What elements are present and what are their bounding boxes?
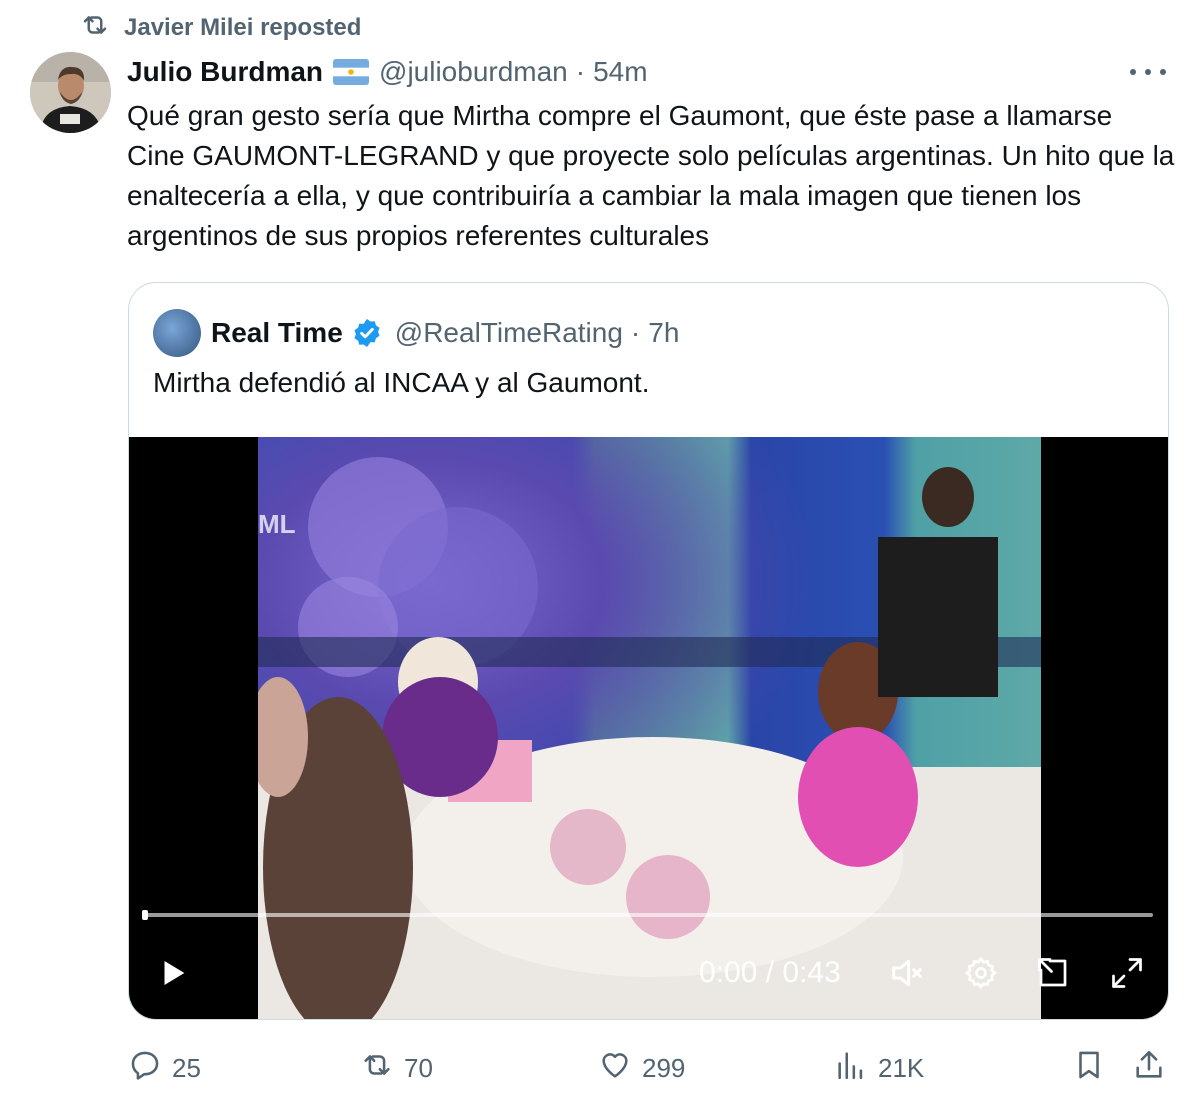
video-time: 0:00 / 0:43 [699, 956, 841, 989]
video-scene [258, 457, 1041, 1019]
video-frame: ML [258, 437, 1041, 1019]
like-count: 299 [642, 1052, 686, 1083]
repost-icon [360, 1048, 394, 1089]
repost-button[interactable]: 70 [360, 1044, 433, 1092]
author-avatar[interactable] [30, 52, 111, 133]
more-icon[interactable] [1130, 60, 1166, 84]
reply-count: 25 [172, 1052, 201, 1083]
video-player[interactable]: ML 0:00 / 0:43 [129, 437, 1168, 1019]
reply-button[interactable]: 25 [128, 1044, 201, 1092]
play-icon[interactable] [153, 949, 193, 997]
quote-author-name: Real Time [211, 317, 343, 348]
quote-header: Real Time @RealTimeRating · 7h [153, 309, 679, 357]
repost-count: 70 [404, 1052, 433, 1083]
verified-badge-icon [351, 317, 383, 349]
quoted-tweet[interactable]: Real Time @RealTimeRating · 7h Mirtha de… [128, 282, 1169, 1020]
argentina-flag-icon [333, 59, 370, 85]
share-icon [1132, 1048, 1166, 1089]
separator-dot: · [630, 317, 641, 348]
video-progress-bar[interactable] [142, 910, 1153, 920]
quote-time: 7h [648, 317, 680, 348]
gear-icon[interactable] [957, 949, 1005, 997]
heart-icon [598, 1048, 632, 1089]
progress-knob[interactable] [142, 910, 148, 920]
tweet-text: Qué gran gesto sería que Mirtha compre e… [127, 100, 1175, 251]
volume-muted-icon[interactable] [883, 949, 931, 997]
quote-text: Mirtha defendió al INCAA y al Gaumont. [153, 367, 650, 398]
action-bar: 25 70 299 21K [128, 1044, 1178, 1092]
share-button[interactable] [1132, 1044, 1166, 1092]
repost-label: Javier Milei reposted [124, 14, 362, 41]
reply-icon [128, 1048, 162, 1089]
like-button[interactable]: 299 [598, 1044, 685, 1092]
bookmark-icon [1072, 1048, 1106, 1089]
author-name[interactable]: Julio Burdman [127, 56, 323, 88]
views-icon [834, 1048, 868, 1089]
picture-in-picture-icon[interactable] [1029, 949, 1077, 997]
bookmark-button[interactable] [1072, 1044, 1106, 1092]
repost-icon [80, 10, 110, 47]
views-button[interactable]: 21K [834, 1044, 924, 1092]
views-count: 21K [878, 1052, 925, 1083]
tweet-header: Julio Burdman @julioburdman · 54m [127, 52, 648, 92]
fullscreen-icon[interactable] [1103, 949, 1151, 997]
quote-avatar [153, 309, 201, 357]
quote-handle: @RealTimeRating [394, 317, 623, 348]
separator-dot: · [575, 56, 586, 87]
repost-context[interactable]: Javier Milei reposted [80, 10, 361, 46]
author-handle[interactable]: @julioburdman [379, 56, 568, 88]
tweet-time[interactable]: 54m [593, 56, 647, 88]
